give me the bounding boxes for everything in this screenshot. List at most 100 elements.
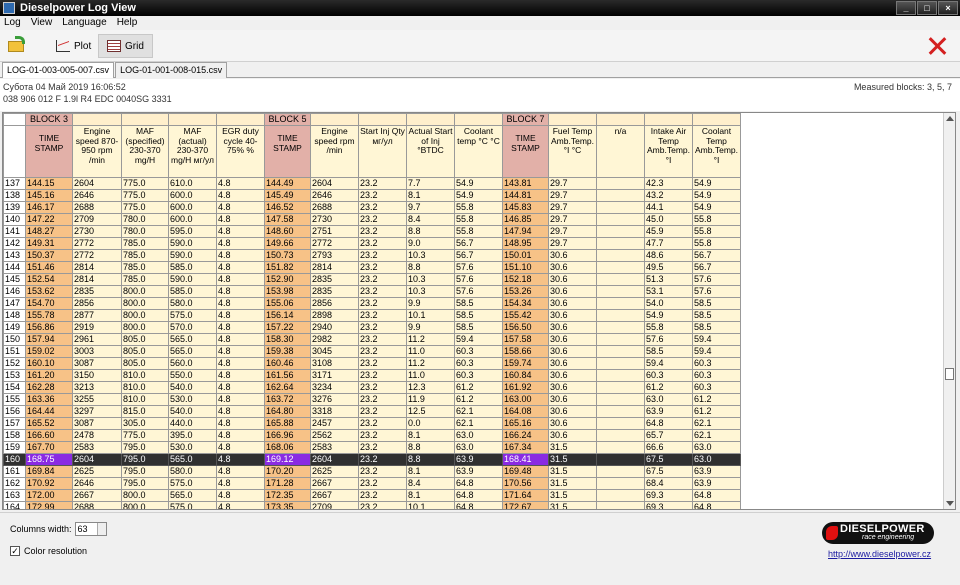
col-header[interactable]: Fuel Temp Amb.Temp.°I °C [548,125,597,178]
table-row[interactable]: 151 159.02 3003 805.0 565.0 4.8 159.38 3045 23.2… [3,345,741,358]
table-cell: 146.85 [502,213,549,226]
data-grid[interactable]: BLOCK 3 BLOCK 5 BLOCK 7 TIME STAMP Engin… [2,112,956,510]
scroll-up-icon[interactable] [946,116,954,121]
table-row[interactable]: 150 157.94 2961 805.0 565.0 4.8 158.30 2982 23.2… [3,333,741,346]
table-row[interactable]: 156 164.44 3297 815.0 540.0 4.8 164.80 3318 23.2… [3,405,741,418]
table-cell: 172.99 [25,501,73,509]
table-cell: 168.75 [25,453,73,466]
window-close-button[interactable]: × [938,1,958,15]
menu-help[interactable]: Help [117,16,138,30]
table-cell: 169.84 [25,465,73,478]
file-tab-2[interactable]: LOG-01-001-008-015.csv [115,62,228,78]
table-cell: 8.1 [406,429,455,442]
table-cell: 30.6 [548,321,597,334]
table-cell: 63.9 [454,465,503,478]
table-cell: 2772 [310,237,359,250]
table-row[interactable]: 158 166.60 2478 775.0 395.0 4.8 166.96 2562 23.2… [3,429,741,442]
col-header[interactable]: n/a [596,125,645,178]
table-cell: 10.1 [406,309,455,322]
table-cell: 166.96 [264,429,311,442]
minimize-button[interactable]: _ [896,1,916,15]
table-row[interactable]: 164 172.99 2688 800.0 575.0 4.8 173.35 2709 23.2… [3,501,741,509]
col-header[interactable]: TIME STAMP [25,125,73,178]
menu-log[interactable]: Log [4,16,21,30]
table-cell: 163.00 [502,393,549,406]
table-row[interactable]: 143 150.37 2772 785.0 590.0 4.8 150.73 2793 23.2… [3,249,741,262]
menu-language[interactable]: Language [62,16,107,30]
col-header[interactable]: EGR duty cycle 40-75% % [216,125,265,178]
columns-width-spinner[interactable]: 63 [74,522,107,536]
table-cell: 775.0 [121,429,169,442]
table-cell: 171.64 [502,489,549,502]
table-cell: 2772 [72,237,122,250]
col-header[interactable]: Start Inj Qty мг/ул [358,125,407,178]
table-cell: 60.3 [692,381,741,394]
col-header[interactable]: Coolant Temp Amb.Temp.°I [692,125,741,178]
table-cell: 8.8 [406,441,455,454]
table-row[interactable]: 146 153.62 2835 800.0 585.0 4.8 153.98 2835 23.2… [3,285,741,298]
col-header[interactable]: TIME STAMP [502,125,549,178]
scroll-thumb[interactable] [945,368,954,380]
table-row[interactable]: 157 165.52 3087 305.0 440.0 4.8 165.88 2457 23.2… [3,417,741,430]
grid-button[interactable]: Grid [98,34,153,58]
table-row[interactable]: 155 163.36 3255 810.0 530.0 4.8 163.72 3276 23.2… [3,393,741,406]
col-header[interactable]: Actual Start of Inj °BTDC [406,125,455,178]
scroll-down-icon[interactable] [946,501,954,506]
maximize-button[interactable]: □ [917,1,937,15]
table-row[interactable]: 139 146.17 2688 775.0 600.0 4.8 146.52 2688 23.2… [3,201,741,214]
table-cell: 158.66 [502,345,549,358]
table-row[interactable]: 144 151.46 2814 785.0 585.0 4.8 151.82 2814 23.2… [3,261,741,274]
table-row[interactable]: 163 172.00 2667 800.0 565.0 4.8 172.35 2667 23.2… [3,489,741,502]
table-row[interactable]: 138 145.16 2646 775.0 600.0 4.8 145.49 2646 23.2… [3,189,741,202]
table-cell: 305.0 [121,417,169,430]
row-number: 163 [3,489,26,502]
table-cell: 146.17 [25,201,73,214]
row-number: 138 [3,189,26,202]
table-cell: 23.2 [358,369,407,382]
table-cell: 8.4 [406,213,455,226]
row-number: 139 [3,201,26,214]
table-row[interactable]: 152 160.10 3087 805.0 560.0 4.8 160.46 3108 23.2… [3,357,741,370]
table-row[interactable]: 160 168.75 2604 795.0 565.0 4.8 169.12 2604 23.2… [3,453,741,466]
menu-view[interactable]: View [31,16,53,30]
col-header[interactable]: TIME STAMP [264,125,311,178]
table-cell: 11.2 [406,333,455,346]
col-header[interactable]: Engine speed 870-950 rpm /min [72,125,122,178]
col-header[interactable]: Intake Air Temp Amb.Temp.°I [644,125,693,178]
file-tab-1[interactable]: LOG-01-003-005-007.csv [2,62,115,78]
table-cell: 4.8 [216,441,265,454]
open-folder-icon[interactable] [8,36,28,54]
table-cell: 167.70 [25,441,73,454]
plot-button[interactable]: Plot [48,34,99,58]
table-row[interactable]: 140 147.22 2709 780.0 600.0 4.8 147.58 2730 23.2… [3,213,741,226]
website-link[interactable]: http://www.dieselpower.cz [828,549,931,559]
table-cell: 805.0 [121,333,169,346]
col-header[interactable]: MAF (actual) 230-370 mg/H мг/ул [168,125,217,178]
table-row[interactable]: 142 149.31 2772 785.0 590.0 4.8 149.66 2772 23.2… [3,237,741,250]
table-row[interactable]: 154 162.28 3213 810.0 540.0 4.8 162.64 3234 23.2… [3,381,741,394]
table-cell: 58.5 [692,309,741,322]
col-header[interactable]: Engine speed rpm /min [310,125,359,178]
col-header[interactable]: MAF (specified) 230-370 mg/H [121,125,169,178]
table-row[interactable]: 159 167.70 2583 795.0 530.0 4.8 168.06 2583 23.2… [3,441,741,454]
row-number: 160 [3,453,26,466]
table-cell: 4.8 [216,333,265,346]
table-row[interactable]: 149 156.86 2919 800.0 570.0 4.8 157.22 2940 23.2… [3,321,741,334]
col-header[interactable]: Coolant temp °C °C [454,125,503,178]
close-log-icon[interactable] [928,37,946,55]
table-row[interactable]: 161 169.84 2625 795.0 580.0 4.8 170.20 2625 23.2… [3,465,741,478]
table-row[interactable]: 141 148.27 2730 780.0 595.0 4.8 148.60 2751 23.2… [3,225,741,238]
row-number: 147 [3,297,26,310]
table-row[interactable]: 145 152.54 2814 785.0 590.0 4.8 152.90 2835 23.2… [3,273,741,286]
table-cell: 600.0 [168,201,217,214]
table-row[interactable]: 153 161.20 3150 810.0 550.0 4.8 161.56 3171 23.2… [3,369,741,382]
color-resolution-checkbox[interactable]: ✓ [10,546,20,556]
table-row[interactable]: 137 144.15 2604 775.0 610.0 4.8 144.49 2604 23.2… [3,177,741,190]
table-cell: 11.0 [406,345,455,358]
table-row[interactable]: 148 155.78 2877 800.0 575.0 4.8 156.14 2898 23.2… [3,309,741,322]
vertical-scrollbar[interactable] [943,113,955,509]
table-cell: 8.4 [406,477,455,490]
table-row[interactable]: 162 170.92 2646 795.0 575.0 4.8 171.28 2667 23.2… [3,477,741,490]
table-row[interactable]: 147 154.70 2856 800.0 580.0 4.8 155.06 2856 23.2… [3,297,741,310]
table-cell: 54.9 [454,177,503,190]
